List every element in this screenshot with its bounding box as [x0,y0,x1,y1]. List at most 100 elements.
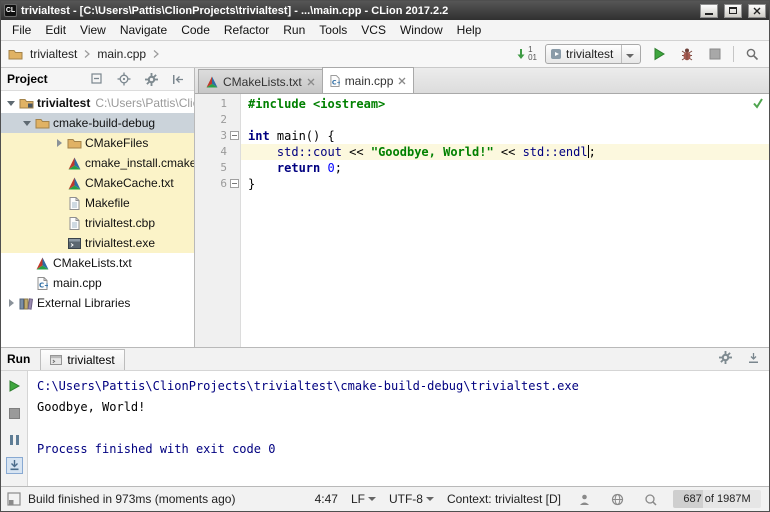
fold-marker-icon[interactable] [230,131,239,140]
vcs-incoming-badge[interactable]: 1 01 [516,46,537,62]
libraries-icon [17,297,35,310]
tab-cmakelists[interactable]: CMakeLists.txt [198,69,323,93]
code-line-1: #include <iostream> [241,96,769,112]
run-tab-trivialtest[interactable]: trivialtest [40,349,125,370]
menu-window[interactable]: Window [393,21,450,39]
close-button[interactable] [748,3,766,18]
tree-item-project-root[interactable]: trivialtest C:\Users\Pattis\Clio [1,93,194,113]
project-tool-window: Project trivialtest C:\Users\Pattis\Clio… [1,68,195,347]
expander-expand-icon[interactable] [53,137,65,149]
run-button[interactable] [649,44,669,64]
scroll-from-source-button[interactable] [114,69,134,89]
tree-item-label: cmake_install.cmake [85,156,194,170]
editor-gutter: 1 2 3 4 5 6 [195,94,241,347]
tree-item-label: CMakeLists.txt [53,256,132,270]
event-log-button[interactable] [640,489,660,509]
tree-item-cmake-build-debug[interactable]: cmake-build-debug [1,113,194,133]
fold-marker-icon[interactable] [230,179,239,188]
code-line-6: } [241,176,769,192]
tree-item-main-cpp[interactable]: C+ main.cpp [1,273,194,293]
chevron-right-icon [84,50,91,58]
stop-process-button[interactable] [4,403,24,423]
run-panel-body: C:\Users\Pattis\ClionProjects\trivialtes… [1,371,769,486]
maximize-button[interactable] [724,3,742,18]
context-widget[interactable]: Context: trivialtest [D] [447,492,561,506]
menu-file[interactable]: File [5,21,38,39]
pause-output-button[interactable] [4,430,24,450]
hector-inspections-button[interactable] [574,489,594,509]
badge-count-bottom: 01 [528,53,537,62]
console-icon [50,355,63,365]
expander-expand-icon[interactable] [5,297,17,309]
debug-button[interactable] [677,44,697,64]
tree-item-label: cmake-build-debug [53,116,156,130]
menu-edit[interactable]: Edit [38,21,73,39]
tree-item-label: Makefile [85,196,130,210]
tree-item-cbp[interactable]: trivialtest.cbp [1,213,194,233]
tab-close-icon[interactable] [307,78,315,86]
line-number: 5 [220,161,227,174]
console-stdout-line: Goodbye, World! [37,400,146,414]
clion-logo-icon: CL [4,4,17,17]
code-text[interactable]: #include <iostream> int main() { std::co… [241,94,769,347]
expander-collapse-icon[interactable] [21,117,33,129]
menu-tools[interactable]: Tools [312,21,354,39]
search-everywhere-button[interactable] [742,44,762,64]
run-console[interactable]: C:\Users\Pattis\ClionProjects\trivialtes… [28,371,769,486]
menu-run[interactable]: Run [276,21,312,39]
line-separator-widget[interactable]: LF [351,492,376,506]
tree-item-external-libraries[interactable]: External Libraries [1,293,194,313]
text-file-icon [65,196,83,210]
menu-view[interactable]: View [73,21,113,39]
code-line-3: int main() { [241,128,769,144]
tree-item-label: trivialtest.exe [85,236,156,250]
encoding-widget[interactable]: UTF-8 [389,492,434,506]
debug-bug-icon [681,48,693,61]
breadcrumb-project[interactable]: trivialtest [28,46,79,62]
tree-item-cmakefiles[interactable]: CMakeFiles [1,133,194,153]
maximize-icon [729,7,737,14]
globe-icon [611,493,623,505]
toolwindow-switcher-icon[interactable] [7,492,21,506]
rerun-button[interactable] [4,376,24,396]
tree-item-cmake-install[interactable]: cmake_install.cmake [1,153,194,173]
dropdown-caret-icon [425,497,434,501]
hide-run-panel-button[interactable] [743,347,763,367]
inspection-status-ok[interactable] [752,97,764,109]
menu-vcs[interactable]: VCS [354,21,393,39]
minimize-button[interactable] [700,3,718,18]
encoding-value: UTF-8 [388,492,423,506]
hide-panel-button[interactable] [168,69,188,89]
tree-item-cmakecache[interactable]: CMakeCache.txt [1,173,194,193]
stop-button[interactable] [705,44,725,64]
rerun-play-icon [9,380,20,392]
tree-item-exe[interactable]: trivialtest.exe [1,233,194,253]
panel-settings-button[interactable] [141,69,161,89]
cmake-file-icon [206,75,218,88]
gear-icon [718,350,732,364]
menu-refactor[interactable]: Refactor [217,21,276,39]
tree-item-makefile[interactable]: Makefile [1,193,194,213]
caret-position-widget[interactable]: 4:47 [315,492,338,506]
tab-main-cpp[interactable]: C+ main.cpp [321,67,415,93]
tab-close-icon[interactable] [398,77,406,85]
expander-collapse-icon[interactable] [5,97,17,109]
memory-indicator[interactable]: 687 of 1987M [673,490,761,508]
breadcrumb-file[interactable]: main.cpp [95,46,148,62]
scroll-to-end-toggle[interactable] [5,457,23,474]
menu-code[interactable]: Code [174,21,217,39]
run-configuration-select[interactable]: trivialtest [545,44,641,64]
collapse-all-button[interactable] [87,69,107,89]
menu-help[interactable]: Help [450,21,489,39]
menu-navigate[interactable]: Navigate [113,21,174,39]
tree-item-cmakelists[interactable]: CMakeLists.txt [1,253,194,273]
string-literal: "Goodbye, World!" [370,145,494,159]
code-editor[interactable]: 1 2 3 4 5 6 #include <iostream> int main… [195,94,769,347]
collapse-all-icon [91,73,102,84]
run-settings-button[interactable] [715,347,735,367]
web-status-button[interactable] [607,489,627,509]
